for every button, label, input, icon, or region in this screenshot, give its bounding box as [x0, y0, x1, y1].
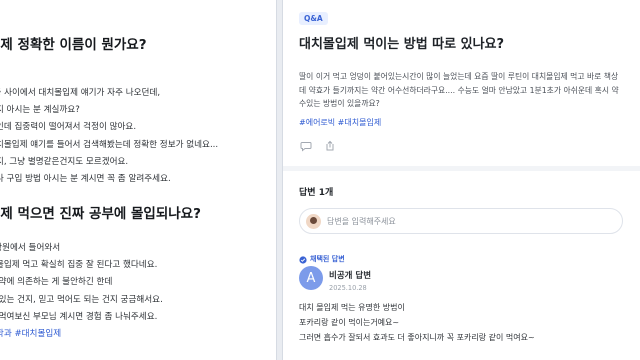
article-section-2: 입제 먹으면 진짜 공부에 몰입되나요? ! 학원에서 들어와서 치몰입제 먹고…	[0, 202, 276, 343]
user-avatar	[306, 213, 321, 229]
answer-count: 답변 1개	[299, 188, 334, 198]
article-section-1: 입제 정확한 이름이 뭔가요? 2등 사이에서 대치몰입제 얘기가 자주 나오던…	[0, 33, 276, 188]
question-line: 수있는 방법이 있을까요?	[299, 99, 380, 108]
comment-icon[interactable]	[299, 139, 313, 153]
qa-post-panel: Q&A 대치몰입제 먹이는 방법 따로 있나요? 딸이 이거 먹고 엉덩이 붙어…	[282, 0, 640, 360]
check-circle-icon	[299, 249, 307, 268]
body-line: 치 약에 의존하는 게 불안하긴 한데	[0, 277, 113, 288]
question-actions	[299, 139, 337, 153]
body-line: 이 있는 건지, 믿고 먹어도 되는 건지 궁금해서요.	[0, 294, 163, 305]
body-line: 인지, 그냥 별명같은건지도 모르겠어요.	[0, 156, 129, 167]
answer-line: 포카리랑 같이 먹이는거예요~	[299, 318, 400, 327]
section-title: 입제 먹으면 진짜 공부에 몰입되나요?	[0, 206, 201, 222]
question-body: 딸이 이거 먹고 엉덩이 붙어있는시간이 많이 늘었는데 요즘 딸이 루틴이 대…	[299, 70, 640, 111]
question-line: 데 약효가 들기까지는 약간 어수선하더라구요.... 수능도 얼마 안남았고 …	[299, 85, 619, 95]
question-hashtags[interactable]: #에어로빅 #대치몰입제	[299, 117, 381, 128]
body-line: 뭔지 아시는 분 계실까요?	[0, 105, 80, 116]
answer-input[interactable]: 답변을 입력해주세요	[299, 208, 623, 234]
section-body: ! 학원에서 들어와서 치몰입제 먹고 확실히 집중 잘 된다고 했다네요. 치…	[0, 240, 276, 343]
body-line: 중인데 집중력이 떨어져서 걱정이 많아요.	[0, 122, 137, 133]
chosen-answer-label: 채택된 답변	[299, 249, 345, 268]
answer-line: 대치 몰입제 먹는 유명한 방법이	[299, 303, 405, 312]
qa-badge: Q&A	[299, 12, 328, 25]
hashtag-links[interactable]: 이학과 #대치몰입제	[0, 326, 276, 343]
body-line: 2등 사이에서 대치몰입제 얘기가 자주 나오던데,	[0, 88, 161, 98]
question-line: 딸이 이거 먹고 엉덩이 붙어있는시간이 많이 늘었는데 요즘 딸이 루틴이 대…	[299, 72, 619, 81]
body-line: 치몰입제 먹고 확실히 집중 잘 된다고 했다네요.	[0, 260, 158, 271]
body-line: ! 학원에서 들어와서	[0, 243, 61, 253]
question-title: 대치몰입제 먹이는 방법 따로 있나요?	[299, 37, 505, 52]
body-line: 로 먹여보신 부모님 계시면 경험 좀 나눠주세요.	[0, 311, 158, 322]
section-divider	[283, 166, 640, 171]
body-line: 대치몰입제 얘기를 들어서 검색해봤는데 정확한 정보가 없네요...	[0, 139, 219, 150]
chosen-answer-text: 채택된 답변	[310, 254, 345, 263]
answer-author: 비공개 답변	[329, 271, 372, 281]
share-icon[interactable]	[323, 139, 337, 153]
answer-body: 대치 몰입제 먹는 유명한 방법이 포카리랑 같이 먹이는거예요~ 그러면 흡수…	[299, 300, 535, 345]
section-body: 2등 사이에서 대치몰입제 얘기가 자주 나오던데, 뭔지 아시는 분 계실까요…	[0, 85, 276, 188]
answer-input-placeholder: 답변을 입력해주세요	[327, 216, 396, 226]
answer-avatar: A	[299, 266, 323, 290]
section-title: 입제 정확한 이름이 뭔가요?	[0, 37, 147, 53]
answer-line: 그러면 흡수가 잘되서 효과도 더 좋아지니까 꼭 포카리랑 같이 먹여요~	[299, 333, 535, 342]
left-article-panel: 입제 정확한 이름이 뭔가요? 2등 사이에서 대치몰입제 얘기가 자주 나오던…	[0, 0, 277, 360]
body-line: 이나 구입 방법 아시는 분 계시면 꼭 좀 알려주세요.	[0, 174, 171, 185]
answer-date: 2025.10.28	[329, 284, 367, 292]
